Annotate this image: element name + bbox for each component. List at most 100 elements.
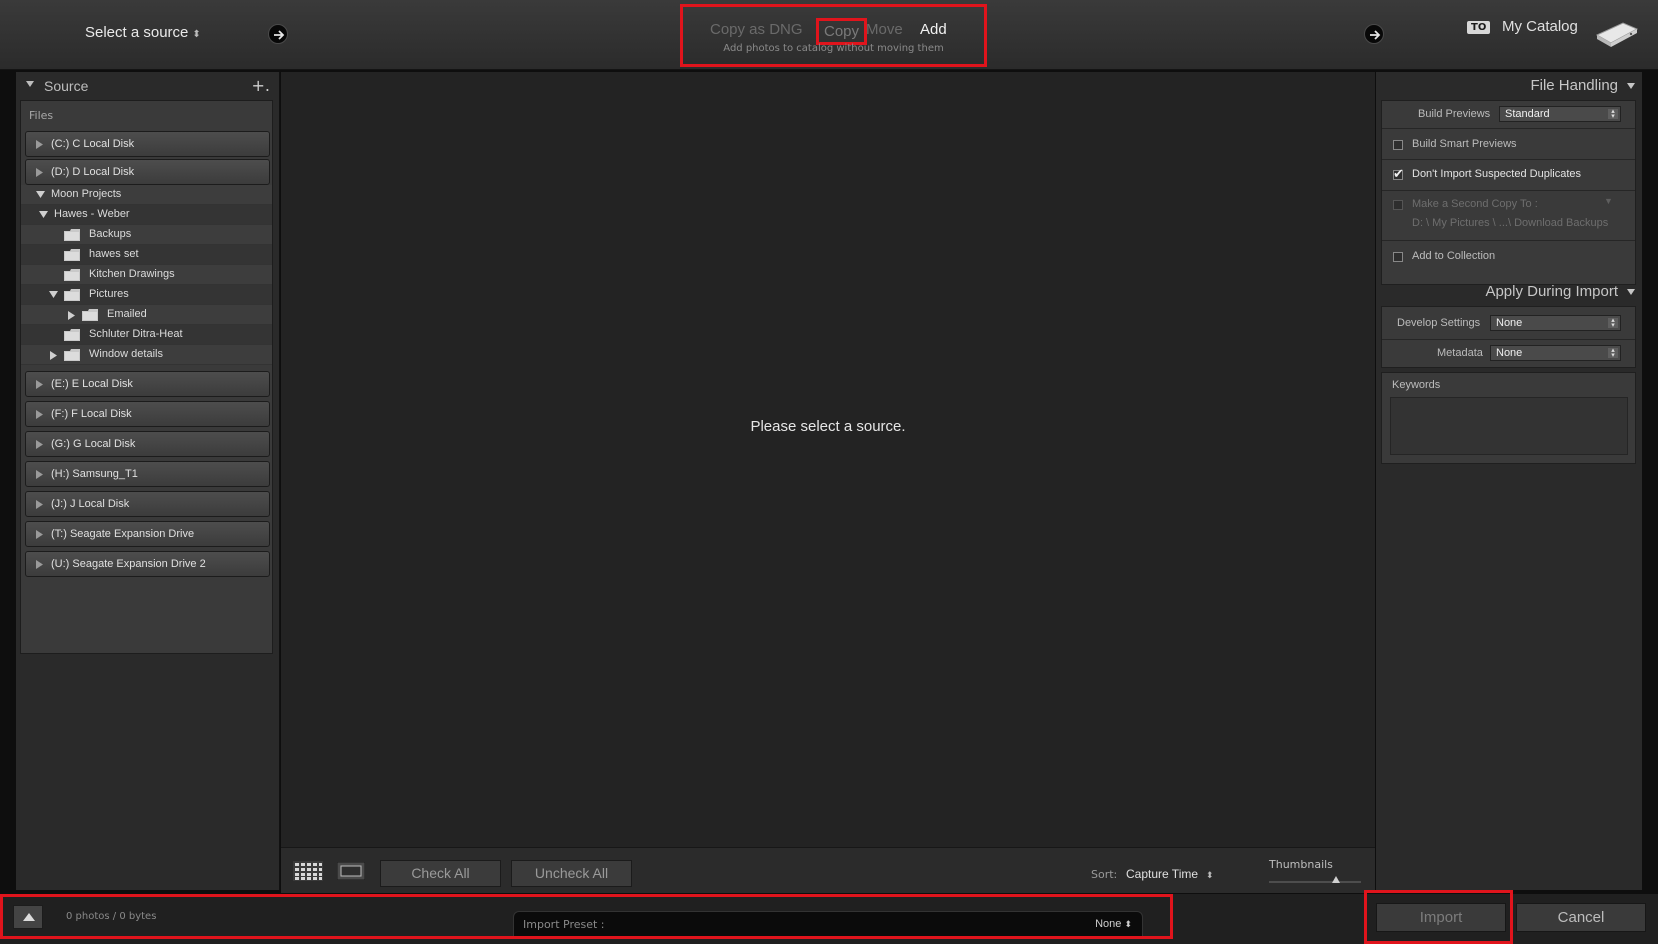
apply-during-import-header[interactable]: Apply During Import bbox=[1485, 283, 1636, 300]
disk-label: (T:) Seagate Expansion Drive bbox=[51, 528, 195, 540]
apply-settings-section: Develop Settings None ▴ ▾ Metadata None ▴… bbox=[1381, 306, 1636, 368]
tree-label: Schluter Ditra-Heat bbox=[89, 328, 183, 340]
tree-folder-kitchen-drawings[interactable]: Kitchen Drawings bbox=[21, 265, 272, 285]
add-to-collection-label: Add to Collection bbox=[1412, 250, 1496, 262]
disk-item[interactable]: (F:) F Local Disk bbox=[25, 401, 270, 427]
thumbnails-label: Thumbnails bbox=[1269, 858, 1333, 871]
sort-dropdown[interactable]: Capture Time ⬍ bbox=[1126, 867, 1214, 881]
disk-label: (E:) E Local Disk bbox=[51, 378, 133, 390]
spinner-icon: ▴ ▾ bbox=[1608, 317, 1618, 329]
disk-label: (G:) G Local Disk bbox=[51, 438, 136, 450]
import-button[interactable]: Import bbox=[1376, 903, 1506, 932]
mode-add[interactable]: Add bbox=[920, 21, 947, 38]
uncheck-all-button[interactable]: Uncheck All bbox=[511, 860, 632, 887]
tree-folder-backups[interactable]: Backups bbox=[21, 225, 272, 245]
expand-triangle-icon bbox=[36, 410, 43, 419]
cancel-button[interactable]: Cancel bbox=[1516, 903, 1646, 932]
tree-folder-moon-projects[interactable]: Moon Projects bbox=[21, 185, 272, 205]
mode-copy[interactable]: Copy bbox=[816, 18, 868, 45]
collapse-triangle-icon bbox=[49, 291, 58, 298]
folder-icon bbox=[64, 269, 80, 281]
build-smart-previews-checkbox[interactable] bbox=[1393, 140, 1403, 150]
spinner-icon: ▴ ▾ bbox=[1608, 108, 1618, 120]
hard-drive-icon bbox=[1593, 19, 1641, 49]
second-copy-path: D: \ My Pictures \ ...\ Download Backups bbox=[1412, 217, 1609, 229]
disk-item[interactable]: (U:) Seagate Expansion Drive 2 bbox=[25, 551, 270, 577]
expand-button[interactable] bbox=[13, 905, 43, 929]
keywords-label: Keywords bbox=[1392, 379, 1441, 391]
tree-folder-window-details[interactable]: Window details bbox=[21, 345, 272, 365]
preset-value-text: None bbox=[1095, 918, 1122, 930]
source-panel: Source +. Files (C:) C Local Disk (D:) D… bbox=[16, 72, 280, 890]
disk-item[interactable]: (G:) G Local Disk bbox=[25, 431, 270, 457]
build-previews-value: Standard bbox=[1505, 108, 1550, 120]
mode-copy-as-dng[interactable]: Copy as DNG bbox=[710, 21, 803, 38]
top-bar: Select a source ⬍ Copy as DNG Copy Move A… bbox=[0, 0, 1658, 70]
collapse-triangle-icon bbox=[1627, 289, 1635, 296]
disk-item[interactable]: (H:) Samsung_T1 bbox=[25, 461, 270, 487]
source-panel-header[interactable]: Source +. bbox=[16, 72, 279, 100]
tree-folder-pictures[interactable]: Pictures bbox=[21, 285, 272, 305]
develop-settings-select[interactable]: None ▴ ▾ bbox=[1490, 315, 1621, 331]
expand-triangle-icon bbox=[50, 351, 57, 360]
files-label: Files bbox=[29, 109, 54, 122]
develop-settings-value: None bbox=[1496, 317, 1523, 329]
tree-label: Moon Projects bbox=[51, 188, 122, 200]
divider bbox=[1382, 128, 1635, 129]
metadata-select[interactable]: None ▴ ▾ bbox=[1490, 345, 1621, 361]
expand-triangle-icon bbox=[36, 380, 43, 389]
tree-folder-hawes-set[interactable]: hawes set bbox=[21, 245, 272, 265]
slider-knob[interactable] bbox=[1332, 876, 1341, 883]
chevron-down-icon[interactable]: ▼ bbox=[1604, 196, 1613, 206]
tree-folder-hawes-weber[interactable]: Hawes - Weber bbox=[21, 205, 272, 225]
build-smart-previews-label: Build Smart Previews bbox=[1412, 138, 1517, 150]
second-copy-checkbox[interactable] bbox=[1393, 200, 1403, 210]
dont-import-duplicates-checkbox[interactable]: ✔ bbox=[1393, 167, 1404, 182]
disk-label: (C:) C Local Disk bbox=[51, 138, 135, 150]
photos-count: 0 photos / 0 bytes bbox=[66, 911, 157, 922]
destination-arrow-button[interactable] bbox=[1364, 24, 1384, 44]
thumbnail-size-slider[interactable] bbox=[1269, 876, 1361, 885]
expand-triangle-icon bbox=[68, 311, 75, 320]
collapse-triangle-icon bbox=[26, 81, 34, 87]
select-source-dropdown[interactable]: Select a source ⬍ bbox=[85, 24, 201, 41]
catalog-name[interactable]: My Catalog bbox=[1502, 18, 1578, 35]
build-previews-select[interactable]: Standard ▴ ▾ bbox=[1499, 106, 1621, 122]
disk-label: (H:) Samsung_T1 bbox=[51, 468, 138, 480]
sort-label: Sort: bbox=[1091, 868, 1118, 881]
disk-item[interactable]: (T:) Seagate Expansion Drive bbox=[25, 521, 270, 547]
source-arrow-button[interactable] bbox=[268, 24, 288, 44]
tree-folder-schluter[interactable]: Schluter Ditra-Heat bbox=[21, 325, 272, 345]
disk-label: (F:) F Local Disk bbox=[51, 408, 132, 420]
import-preset-dropdown[interactable]: Import Preset : None ⬍ bbox=[513, 911, 1143, 938]
file-handling-section: Build Previews Standard ▴ ▾ Build Smart P… bbox=[1381, 100, 1636, 285]
second-copy-label: Make a Second Copy To : bbox=[1412, 198, 1538, 210]
file-handling-header[interactable]: File Handling bbox=[1530, 77, 1636, 94]
disk-item[interactable]: (J:) J Local Disk bbox=[25, 491, 270, 517]
tree-label: Hawes - Weber bbox=[54, 208, 130, 220]
expand-triangle-icon bbox=[36, 530, 43, 539]
tree-folder-emailed[interactable]: Emailed bbox=[21, 305, 272, 325]
build-previews-label: Build Previews bbox=[1418, 108, 1491, 120]
import-preset-label: Import Preset : bbox=[523, 918, 605, 931]
mode-move[interactable]: Move bbox=[866, 21, 903, 38]
disk-item[interactable]: (E:) E Local Disk bbox=[25, 371, 270, 397]
tree-label: Kitchen Drawings bbox=[89, 268, 175, 280]
files-tree: Files (C:) C Local Disk (D:) D Local Dis… bbox=[20, 100, 273, 654]
loupe-view-icon[interactable] bbox=[337, 862, 365, 880]
expand-triangle-icon bbox=[36, 140, 43, 149]
disk-item[interactable]: (D:) D Local Disk bbox=[25, 159, 270, 185]
check-all-button[interactable]: Check All bbox=[380, 860, 501, 887]
tree-label: Emailed bbox=[107, 308, 147, 320]
dont-import-duplicates-label: Don't Import Suspected Duplicates bbox=[1412, 168, 1582, 180]
add-source-button[interactable]: +. bbox=[252, 76, 271, 95]
add-to-collection-checkbox[interactable] bbox=[1393, 252, 1403, 262]
to-badge: TO bbox=[1467, 21, 1491, 34]
metadata-value: None bbox=[1496, 347, 1523, 359]
import-preset-value: None ⬍ bbox=[1095, 918, 1132, 930]
keywords-input[interactable] bbox=[1390, 397, 1628, 455]
options-panel: File Handling Build Previews Standard ▴ ▾… bbox=[1376, 72, 1642, 890]
grid-view-icon[interactable] bbox=[293, 861, 323, 881]
disk-item[interactable]: (C:) C Local Disk bbox=[25, 131, 270, 157]
folder-icon bbox=[64, 249, 80, 261]
